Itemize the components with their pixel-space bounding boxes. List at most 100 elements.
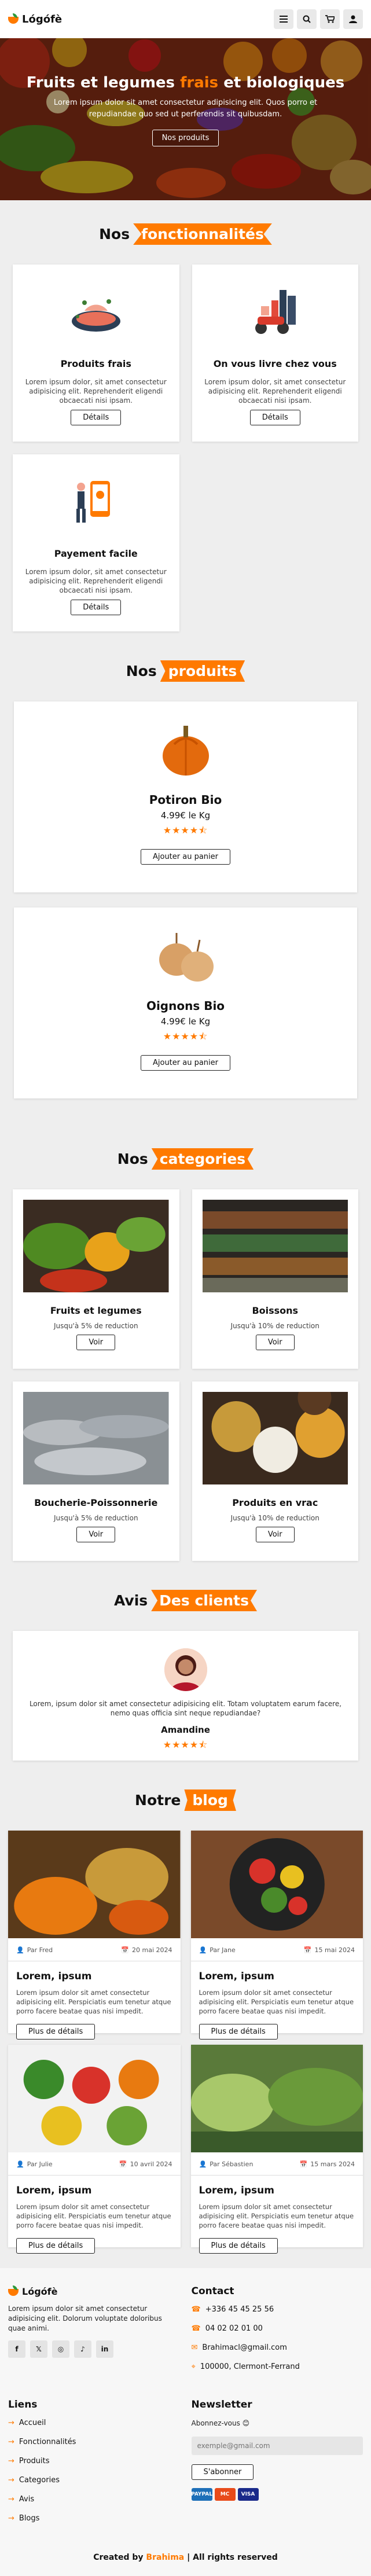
blog-card: 👤 Par Fred 📅 20 mai 2024 Lorem, ipsum Lorem… [8, 1831, 181, 2040]
hero-products-button[interactable]: Nos produits [152, 130, 219, 146]
blog-section: Notre blog 👤 Par Fred 📅 20 mai 2024 Lorem, i… [0, 1778, 371, 2265]
feature-details-button[interactable]: Détails [249, 410, 300, 425]
blog-card: 👤 Par Sébastien 📅 15 mars 2024 Lorem, ipsum… [190, 2045, 363, 2254]
pumpkins-image [8, 1831, 181, 1938]
blog-post-text: Lorem ipsum dolor sit amet consectetur a… [16, 1989, 171, 2015]
links-heading: Liens [8, 2399, 38, 2410]
blog-date: 📅 15 mars 2024 [299, 2160, 355, 2168]
review-rating: ★★★★⯪ [163, 1739, 208, 1750]
blog-post-text: Lorem ipsum dolor sit amet consectetur a… [199, 2203, 354, 2229]
blog-card: 👤 Par Julie 📅 10 avril 2024 Lorem, ipsum Lo… [8, 2045, 181, 2254]
tiktok-icon[interactable]: ♪ [74, 2340, 91, 2358]
footer-link[interactable]: → Produits [8, 2457, 180, 2465]
category-discount: Jusqu'à 5% de reduction [53, 1322, 138, 1330]
calendar-icon: 📅 [119, 2160, 127, 2168]
subscribe-button[interactable]: S'abonner [191, 2464, 254, 2480]
instagram-icon[interactable]: ◎ [52, 2340, 69, 2358]
footer-link[interactable]: → Categories [8, 2476, 180, 2485]
blog-details-button[interactable]: Plus de détails [16, 2238, 95, 2254]
search-icon[interactable] [297, 9, 317, 29]
category-view-button[interactable]: Voir [255, 1335, 295, 1350]
market-greens-image [190, 2045, 363, 2152]
category-name: Fruits et legumes [50, 1305, 142, 1316]
blog-details-button[interactable]: Plus de détails [199, 2024, 278, 2040]
features-title: Nos fonctionnalités [13, 223, 358, 245]
newsletter-heading: Newsletter [191, 2399, 252, 2410]
reviews-title: Avis Des clients [13, 1590, 358, 1611]
basket-icon [8, 2285, 20, 2297]
add-to-cart-button[interactable]: Ajouter au panier [140, 849, 231, 865]
newsletter-email-input[interactable] [191, 2437, 363, 2455]
products-section: Nos produits Potiron Bio 4.99€ le Kg ★★★★… [0, 649, 371, 1131]
twitter-icon[interactable]: 𝕏 [30, 2340, 47, 2358]
blog-author: 👤 Par Jane [199, 1946, 236, 1954]
product-card: Oignons Bio 4.99€ le Kg ★★★★⯪ Ajouter au… [14, 907, 357, 1098]
feature-title: On vous livre chez vous [213, 358, 337, 369]
footer-link[interactable]: → Avis [8, 2495, 180, 2504]
feature-title: Payement facile [54, 548, 138, 559]
arrow-right-icon: → [8, 2514, 14, 2523]
email-item[interactable]: ✉ Brahimacl@gmail.com [192, 2343, 363, 2352]
phone-item[interactable]: ☎ 04 02 02 01 00 [192, 2324, 363, 2333]
features-section: Nos fonctionnalités Produits frais Lorem … [0, 200, 371, 649]
blog-date: 📅 20 mai 2024 [121, 1946, 172, 1954]
category-view-button[interactable]: Voir [76, 1335, 116, 1350]
category-view-button[interactable]: Voir [76, 1527, 116, 1542]
product-price: 4.99€ le Kg [160, 1016, 211, 1027]
categories-section: Nos categories Fruits et legumes Jusqu'à … [0, 1131, 371, 1578]
bulk-grains-image [202, 1392, 348, 1484]
arrow-right-icon: → [8, 2438, 14, 2446]
blog-author: 👤 Par Sébastien [199, 2160, 254, 2168]
footer-link[interactable]: → Fonctionnalités [8, 2438, 180, 2446]
blog-details-button[interactable]: Plus de détails [199, 2238, 278, 2254]
feature-details-button[interactable]: Détails [71, 410, 122, 425]
blog-post-title: Lorem, ipsum [16, 2185, 92, 2196]
footer-link[interactable]: → Accueil [8, 2419, 180, 2427]
basket-icon [8, 13, 20, 25]
category-discount: Jusqu'à 5% de reduction [53, 1514, 138, 1522]
category-name: Produits en vrac [232, 1497, 318, 1508]
footer-brand[interactable]: Lógófè [8, 2285, 180, 2297]
phone-icon: ☎ [191, 2305, 201, 2314]
category-name: Boucherie-Poissonnerie [34, 1497, 158, 1508]
brand-logo[interactable]: Lógófè [8, 13, 62, 25]
product-rating: ★★★★⯪ [163, 1031, 208, 1042]
blog-date: 📅 15 mai 2024 [303, 1946, 355, 1954]
category-card: Fruits et legumes Jusqu'à 5% de reductio… [13, 1189, 179, 1369]
blog-author: 👤 Par Fred [16, 1946, 53, 1954]
products-title: Nos produits [13, 660, 358, 682]
newsletter-label: Abonnez-vous 😊 [191, 2419, 250, 2427]
feature-details-button[interactable]: Détails [71, 600, 122, 615]
blog-card: 👤 Par Jane 📅 15 mai 2024 Lorem, ipsum Lorem… [190, 1831, 363, 2040]
location-icon: ⌖ [191, 2362, 196, 2371]
user-icon[interactable] [343, 9, 363, 29]
blog-details-button[interactable]: Plus de détails [16, 2024, 95, 2040]
blog-title: Notre blog [8, 1789, 363, 1811]
feature-desc: Lorem ipsum dolor, sit amet consectetur … [25, 378, 167, 405]
salmon-dish-icon [23, 288, 169, 337]
arrow-right-icon: → [8, 2495, 14, 2504]
facebook-icon[interactable]: f [8, 2340, 25, 2358]
footer-link[interactable]: → Blogs [8, 2514, 180, 2523]
menu-icon[interactable] [274, 9, 293, 29]
categories-title: Nos categories [13, 1148, 358, 1170]
header: Lógófè [0, 0, 371, 38]
product-rating: ★★★★⯪ [163, 825, 208, 836]
cart-icon[interactable] [320, 9, 340, 29]
category-card: Produits en vrac Jusqu'à 10% de reductio… [192, 1381, 358, 1561]
feature-title: Produits frais [60, 358, 131, 369]
blog-post-text: Lorem ipsum dolor sit amet consectetur a… [199, 1989, 354, 2015]
vegetables-image [23, 1200, 169, 1292]
hero-text: Lorem ipsum dolor sit amet consectetur a… [53, 98, 318, 119]
category-view-button[interactable]: Voir [255, 1527, 295, 1542]
category-name: Boissons [252, 1305, 299, 1316]
linkedin-icon[interactable]: in [96, 2340, 113, 2358]
credits: Created by Brahima | All rights reserved [93, 2553, 278, 2562]
phone-item[interactable]: ☎ +336 45 45 25 56 [192, 2305, 363, 2314]
add-to-cart-button[interactable]: Ajouter au panier [140, 1055, 231, 1071]
reviews-section: Avis Des clients Lorem, ipsum dolor sit a… [0, 1578, 371, 1778]
phone-icon: ☎ [191, 2324, 201, 2333]
blog-author: 👤 Par Julie [16, 2160, 53, 2168]
product-name: Oignons Bio [146, 999, 225, 1013]
mail-icon: ✉ [191, 2343, 198, 2352]
